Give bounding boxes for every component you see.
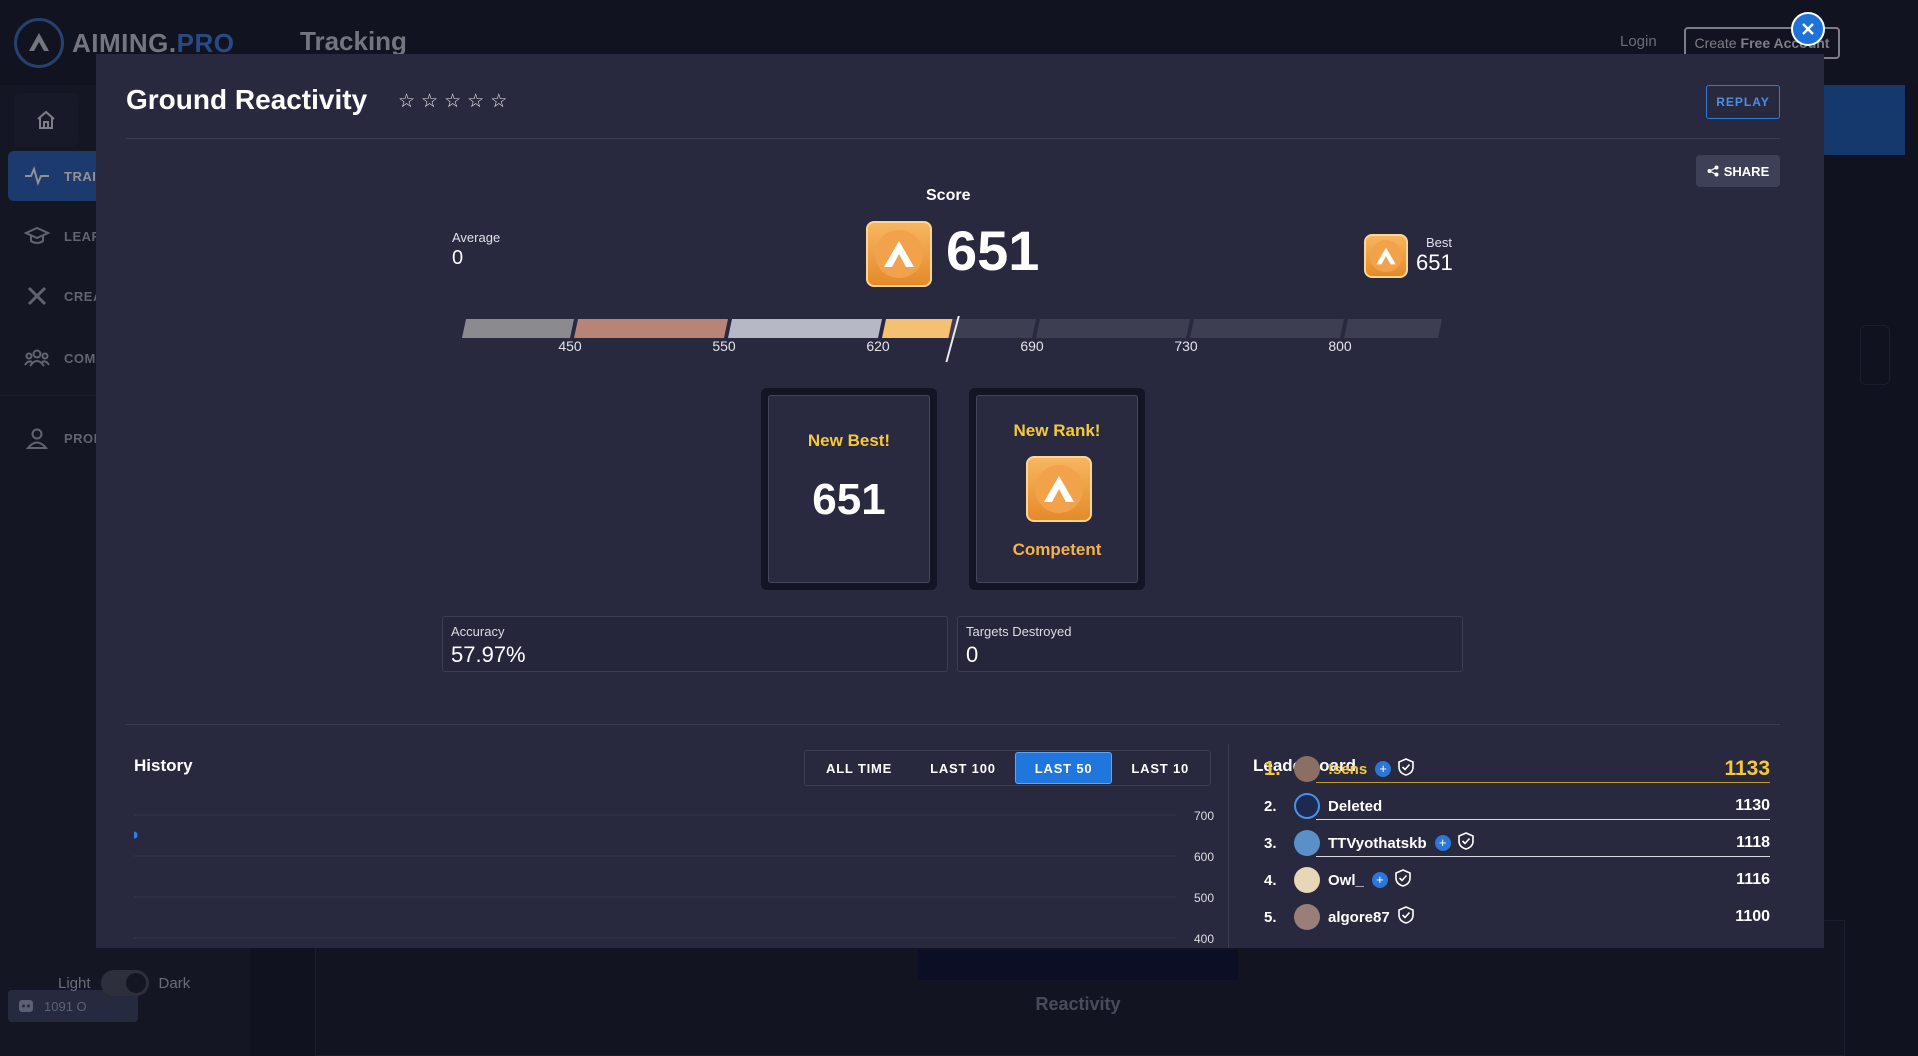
leaderboard-row[interactable]: 3. TTVyothatskb +1118 xyxy=(1264,828,1770,858)
leaderboard-player-name[interactable]: algore87 xyxy=(1328,909,1390,926)
targets-value: 0 xyxy=(966,642,979,667)
score-value: 651 xyxy=(946,219,1040,282)
share-button[interactable]: SHARE xyxy=(1696,155,1780,187)
results-modal: Ground Reactivity ☆ ☆ ☆ ☆ ☆ REPLAY SHARE… xyxy=(96,54,1824,948)
score-label: Score xyxy=(926,187,971,204)
rank-segment-platinum xyxy=(1036,319,1190,338)
tab-last-100[interactable]: LAST 100 xyxy=(911,752,1015,784)
history-y-tick: 500 xyxy=(1194,891,1214,905)
rank-progress-bar xyxy=(462,316,1442,363)
leaderboard-score: 1130 xyxy=(1735,797,1770,814)
avatar xyxy=(1294,793,1320,819)
accuracy-label: Accuracy xyxy=(451,624,505,639)
history-y-tick: 400 xyxy=(1194,932,1214,946)
premium-plus-icon: + xyxy=(1375,761,1392,777)
verified-shield-icon xyxy=(1457,831,1474,855)
leaderboard-rank: 2. xyxy=(1264,797,1277,815)
avatar xyxy=(1294,904,1320,930)
history-y-tick: 700 xyxy=(1194,809,1214,823)
history-range-tabs: ALL TIME LAST 100 LAST 50 LAST 10 xyxy=(804,750,1212,786)
new-rank-badge-icon xyxy=(1026,456,1092,522)
replay-button[interactable]: REPLAY xyxy=(1706,85,1780,119)
leaderboard-score: 1133 xyxy=(1724,757,1770,780)
avatar xyxy=(1294,756,1320,782)
star-icon[interactable]: ☆ xyxy=(467,92,484,111)
accuracy-metric: Accuracy 57.97% xyxy=(442,616,948,672)
leaderboard-rank: 5. xyxy=(1264,908,1277,926)
divider xyxy=(126,724,1780,725)
divider xyxy=(126,138,1780,139)
tab-last-50[interactable]: LAST 50 xyxy=(1014,752,1113,784)
new-best-label: New Best! xyxy=(807,431,891,450)
rank-threshold-label: 690 xyxy=(1020,338,1044,354)
tab-all-time[interactable]: ALL TIME xyxy=(807,752,911,784)
best-rank-badge-icon xyxy=(1364,234,1408,278)
leaderboard-rank: 3. xyxy=(1264,834,1277,852)
tab-last-10[interactable]: LAST 10 xyxy=(1112,752,1208,784)
leaderboard-player-name[interactable]: TTVyothatskb xyxy=(1328,835,1427,852)
leaderboard-row-underline xyxy=(1316,782,1770,783)
rank-threshold-label: 450 xyxy=(558,338,582,354)
rank-threshold-label: 620 xyxy=(866,338,890,354)
verified-shield-icon xyxy=(1397,905,1414,929)
leaderboard-player-name[interactable]: !sens xyxy=(1328,761,1367,778)
targets-metric: Targets Destroyed 0 xyxy=(957,616,1463,672)
targets-label: Targets Destroyed xyxy=(966,624,1072,639)
new-rank-name: Competent xyxy=(1012,540,1102,559)
premium-plus-icon: + xyxy=(1434,835,1451,851)
leaderboard-score: 1100 xyxy=(1735,908,1770,925)
accuracy-value: 57.97% xyxy=(451,642,526,667)
rank-threshold-label: 730 xyxy=(1174,338,1198,354)
history-point[interactable] xyxy=(134,831,138,839)
rank-segment-gold-fill xyxy=(882,319,953,338)
leaderboard-row[interactable]: 1. !sens +1133 xyxy=(1264,754,1770,784)
rank-badge-icon xyxy=(866,221,932,287)
history-chart: 700 600 500 400 xyxy=(134,809,1214,946)
avatar xyxy=(1294,830,1320,856)
leaderboard-score: 1118 xyxy=(1736,834,1770,851)
star-icon[interactable]: ☆ xyxy=(490,92,507,111)
modal-title: Ground Reactivity xyxy=(126,84,368,115)
leaderboard-rank: 4. xyxy=(1264,871,1277,889)
star-icon[interactable]: ☆ xyxy=(421,92,438,111)
avatar xyxy=(1294,867,1320,893)
close-icon xyxy=(1802,23,1814,35)
rank-segment-iron xyxy=(462,319,574,338)
star-icon[interactable]: ☆ xyxy=(444,92,461,111)
new-rank-label: New Rank! xyxy=(1013,421,1101,440)
average-label: Average xyxy=(452,230,501,245)
rank-threshold-label: 550 xyxy=(712,338,736,354)
rank-segment-bronze xyxy=(574,319,728,338)
best-label: Best xyxy=(1426,235,1453,250)
leaderboard-row-underline xyxy=(1316,856,1770,857)
close-button[interactable] xyxy=(1791,12,1825,46)
star-icon[interactable]: ☆ xyxy=(398,92,415,111)
verified-shield-icon xyxy=(1395,868,1411,892)
new-rank-card: New Rank! Competent xyxy=(969,388,1145,590)
leaderboard-player-name[interactable]: Deleted xyxy=(1328,798,1382,815)
new-best-value: 651 xyxy=(812,475,886,524)
rank-segment-silver xyxy=(728,319,882,338)
verified-shield-icon xyxy=(1398,757,1414,781)
leaderboard-rank: 1. xyxy=(1264,757,1281,780)
share-icon xyxy=(1707,165,1719,177)
rating-stars[interactable]: ☆ ☆ ☆ ☆ ☆ xyxy=(398,92,507,111)
leaderboard-row[interactable]: 5. algore87 1100 xyxy=(1264,902,1770,932)
rank-segment-master xyxy=(1344,319,1442,338)
divider xyxy=(1228,744,1229,948)
rank-threshold-label: 800 xyxy=(1328,338,1352,354)
leaderboard-player-name[interactable]: Owl_ xyxy=(1328,872,1364,889)
average-value: 0 xyxy=(452,247,464,269)
premium-plus-icon: + xyxy=(1371,872,1388,888)
history-title: History xyxy=(134,756,193,775)
new-best-card: New Best! 651 xyxy=(761,388,937,590)
leaderboard-row[interactable]: 4. Owl_ +1116 xyxy=(1264,865,1770,895)
leaderboard-row-underline xyxy=(1316,819,1770,820)
history-y-tick: 600 xyxy=(1194,850,1214,864)
leaderboard-score: 1116 xyxy=(1736,871,1770,888)
leaderboard-row[interactable]: 2. Deleted 1130 xyxy=(1264,791,1770,821)
best-value: 651 xyxy=(1416,250,1453,275)
rank-segment-diamond xyxy=(1190,319,1344,338)
